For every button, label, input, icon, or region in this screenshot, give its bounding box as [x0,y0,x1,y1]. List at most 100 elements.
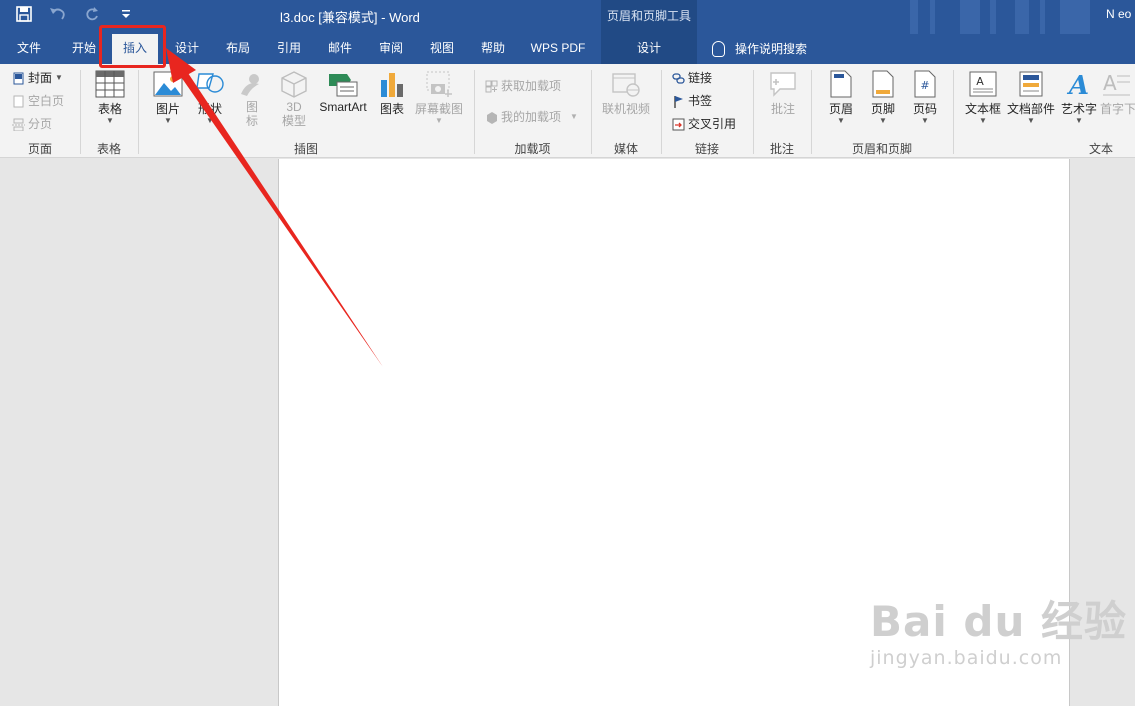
chevron-down-icon: ▼ [979,116,987,125]
redo-icon[interactable] [82,6,102,26]
text-box-button[interactable]: A 文本框 ▼ [960,70,1006,125]
quick-parts-icon [1019,71,1043,97]
page-number-icon: # [914,70,936,98]
tell-me-search[interactable]: 操作说明搜索 [712,34,807,64]
svg-text:A: A [1066,71,1089,98]
shapes-icon [196,73,224,93]
tab-design[interactable]: 设计 [164,34,210,64]
tab-view[interactable]: 视图 [418,34,466,64]
wordart-button[interactable]: A 艺术字 ▼ [1058,70,1100,125]
chart-button[interactable]: 图表 [374,70,410,117]
group-label-tables: 表格 [96,142,121,156]
header-button[interactable]: 页眉 ▼ [820,70,862,125]
smartart-icon [329,74,358,97]
cover-page-button[interactable]: 封面 ▼ [12,68,63,88]
addin-icon [487,111,497,124]
tab-references[interactable]: 引用 [266,34,312,64]
tell-me-label: 操作说明搜索 [735,42,808,56]
group-label-comments: 批注 [769,142,794,156]
group-label-header-footer: 页眉和页脚 [851,142,912,156]
tab-layout[interactable]: 布局 [214,34,262,64]
chevron-down-icon: ▼ [435,116,443,125]
group-label-media: 媒体 [613,142,638,156]
group-separator [953,70,954,154]
tab-help[interactable]: 帮助 [470,34,516,64]
contextual-tool-label: 页眉和页脚工具 [606,9,691,23]
new-comment-button[interactable]: 批注 [760,70,806,117]
title-bar: l3.doc [兼容模式] - Word N eo [0,0,1135,34]
watermark-sub: jingyan.baidu.com [870,647,1063,669]
video-icon [612,73,640,97]
title-decoration [1040,0,1045,34]
quick-parts-button[interactable]: 文档部件 ▼ [1006,70,1056,125]
online-video-button[interactable]: 联机视频 [598,70,654,117]
store-icon [485,80,498,92]
my-addins-button[interactable]: 我的加载项 ▼ [485,107,578,127]
text-box-icon: A [969,71,997,97]
link-icon [672,72,685,84]
chevron-down-icon: ▼ [837,116,845,125]
chart-icon [381,73,403,97]
bookmark-button[interactable]: 书签 [672,91,712,111]
group-label-pages: 页面 [27,142,52,156]
chevron-down-icon: ▼ [570,112,578,121]
drop-cap-icon: A [1103,71,1130,96]
table-icon [95,70,125,98]
group-label-addins: 加载项 [514,142,551,156]
ribbon-insert: 封面 ▼ 空白页 分页 页面 表格 ▼ 表格 图片 ▼ 形状 ▼ 图 标 3D … [0,64,1135,158]
comment-icon [770,72,796,97]
page-break-button[interactable]: 分页 [12,114,52,134]
picture-icon [153,71,183,97]
tab-file[interactable]: 文件 [6,34,52,64]
footer-button[interactable]: 页脚 ▼ [862,70,904,125]
tab-header-footer-design[interactable]: 设计 [601,34,697,64]
icons-button[interactable]: 图 标 [232,70,272,128]
screenshot-button[interactable]: 屏幕截图 ▼ [412,70,466,125]
chevron-down-icon: ▼ [1075,116,1083,125]
drop-cap-button[interactable]: A 首字下 [1100,70,1135,117]
customize-qat-icon[interactable] [116,6,136,26]
header-icon [830,70,852,98]
wordart-icon: A [1066,71,1089,98]
window-title: l3.doc [兼容模式] - Word [280,10,420,25]
undo-icon[interactable] [48,6,68,26]
title-decoration [990,0,996,34]
title-decoration [960,0,980,34]
link-button[interactable]: 链接 [672,68,712,88]
shapes-button[interactable]: 形状 ▼ [190,70,230,125]
cross-reference-icon [672,118,685,130]
tab-review[interactable]: 审阅 [368,34,414,64]
chevron-down-icon: ▼ [1027,116,1035,125]
blank-page-icon [13,95,24,107]
group-label-text: 文本 [1088,142,1113,156]
chevron-down-icon: ▼ [921,116,929,125]
watermark-main: Bai du 经验 [870,597,1127,646]
user-name[interactable]: N eo [1106,7,1131,21]
chevron-down-icon: ▼ [55,73,63,82]
chevron-down-icon: ▼ [106,116,114,125]
title-decoration [910,0,918,34]
tab-mailings[interactable]: 邮件 [316,34,364,64]
baidu-watermark: Bai du 经验 jingyan.baidu.com [870,588,1127,669]
pictures-button[interactable]: 图片 ▼ [146,70,190,125]
title-decoration [1015,0,1029,34]
3d-models-button[interactable]: 3D 模型 [274,70,314,128]
bookmark-flag-icon [674,95,683,108]
page-number-button[interactable]: # 页码 ▼ [904,70,946,125]
get-addins-button[interactable]: 获取加载项 [485,76,561,96]
group-label-illustrations: 插图 [293,142,318,156]
lightbulb-icon [712,41,725,57]
footer-icon [872,70,894,98]
smartart-button[interactable]: SmartArt [314,70,372,114]
tab-wps-pdf[interactable]: WPS PDF [522,34,594,64]
chevron-down-icon: ▼ [206,116,214,125]
page-break-icon [12,118,25,131]
cover-page-icon [13,72,24,84]
annotation-highlight-box [99,25,166,68]
cross-reference-button[interactable]: 交叉引用 [672,114,736,134]
table-button[interactable]: 表格 ▼ [86,70,134,125]
save-icon[interactable] [14,6,34,26]
blank-page-button[interactable]: 空白页 [12,91,64,111]
icons-icon [241,74,259,96]
chevron-down-icon: ▼ [879,116,887,125]
